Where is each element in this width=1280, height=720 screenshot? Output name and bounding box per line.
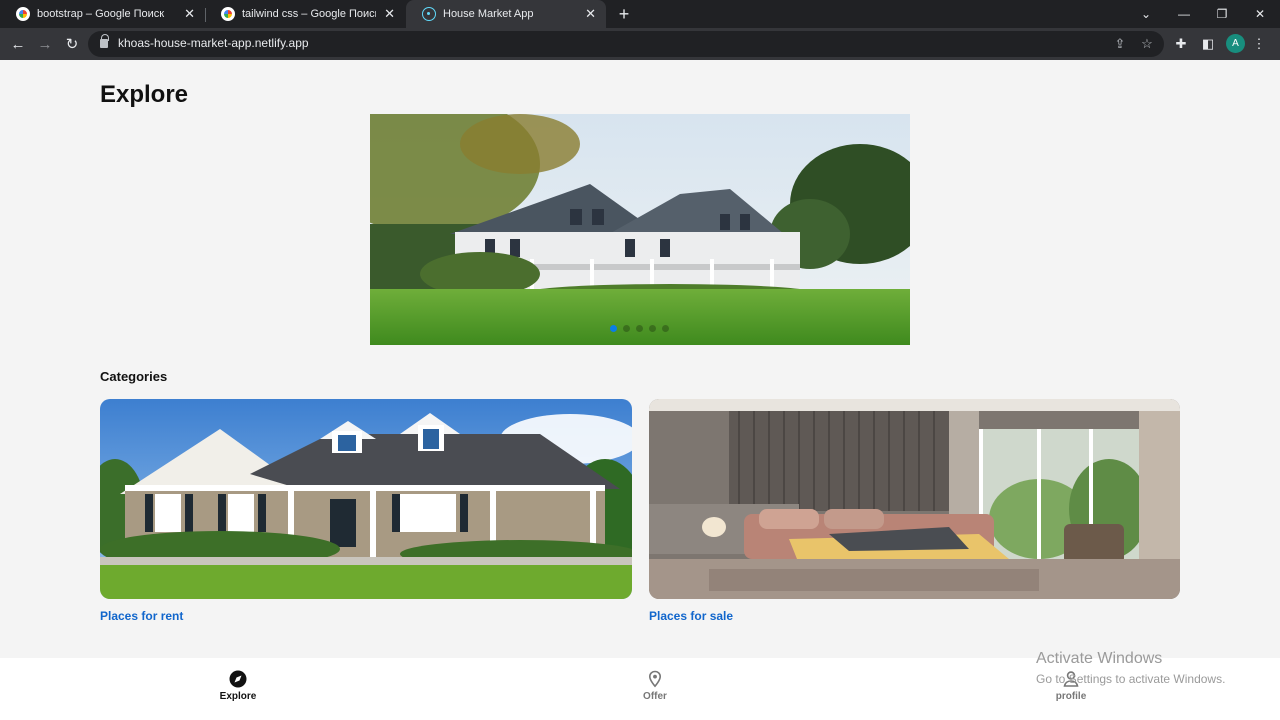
back-icon[interactable]: ← xyxy=(8,34,28,54)
page-title: Explore xyxy=(100,81,189,108)
slider-dot[interactable] xyxy=(623,325,630,332)
reload-icon[interactable]: ↻ xyxy=(62,34,82,54)
slider-pagination xyxy=(610,325,669,332)
minimize-icon[interactable]: — xyxy=(1165,0,1203,28)
google-icon xyxy=(16,7,30,21)
bookmark-star-icon[interactable]: ☆ xyxy=(1139,36,1155,52)
slider-dot[interactable] xyxy=(662,325,669,332)
close-icon[interactable]: ✕ xyxy=(585,6,596,22)
extensions-icon[interactable]: ✚ xyxy=(1173,36,1189,52)
sale-bedroom-photo xyxy=(649,399,1180,599)
slider-dot[interactable] xyxy=(649,325,656,332)
tab-search-icon[interactable]: ⌄ xyxy=(1127,0,1165,28)
browser-tab-bootstrap[interactable]: bootstrap – Google Поиск ✕ xyxy=(0,0,205,28)
nav-offer[interactable]: Offer xyxy=(615,670,695,702)
page-content: Explore Categories Places for rent Place… xyxy=(0,60,1280,720)
lock-icon xyxy=(100,34,109,48)
location-pin-icon xyxy=(648,670,662,688)
maximize-icon[interactable]: ❐ xyxy=(1203,0,1241,28)
menu-icon[interactable]: ⋮ xyxy=(1251,36,1267,52)
browser-tab-tailwind[interactable]: tailwind css – Google Поиск ✕ xyxy=(205,0,405,28)
browser-tab-bar: bootstrap – Google Поиск ✕ tailwind css … xyxy=(0,0,1280,28)
compass-icon xyxy=(229,670,247,688)
house-photo xyxy=(370,114,910,345)
tab-title: tailwind css – Google Поиск xyxy=(242,8,377,20)
forward-icon[interactable]: → xyxy=(35,34,55,54)
nav-explore[interactable]: Explore xyxy=(198,670,278,702)
profile-avatar[interactable]: A xyxy=(1226,34,1245,53)
close-icon[interactable]: ✕ xyxy=(184,6,195,22)
side-panel-icon[interactable]: ◧ xyxy=(1200,36,1216,52)
explore-slider[interactable] xyxy=(370,114,910,345)
close-icon[interactable]: ✕ xyxy=(384,6,395,22)
rent-category-image[interactable] xyxy=(100,399,632,599)
sale-category-image[interactable] xyxy=(649,399,1180,599)
places-for-sale-link[interactable]: Places for sale xyxy=(649,609,733,623)
url-text[interactable]: khoas-house-market-app.netlify.app xyxy=(118,36,309,50)
address-bar[interactable]: khoas-house-market-app.netlify.app ⇪ ☆ xyxy=(88,31,1164,57)
rent-house-photo xyxy=(100,399,632,599)
places-for-rent-link[interactable]: Places for rent xyxy=(100,609,183,623)
slider-dot[interactable] xyxy=(636,325,643,332)
nav-label: Offer xyxy=(643,691,667,702)
browser-toolbar: ← → ↻ khoas-house-market-app.netlify.app… xyxy=(0,28,1280,60)
windows-activation-watermark: Activate Windows Go to Settings to activ… xyxy=(1036,650,1225,686)
new-tab-button[interactable]: + xyxy=(614,4,634,24)
google-icon xyxy=(221,7,235,21)
watermark-title: Activate Windows xyxy=(1036,650,1163,667)
react-icon xyxy=(422,7,436,21)
browser-tab-house-market[interactable]: House Market App ✕ xyxy=(406,0,606,28)
tab-title: House Market App xyxy=(443,8,534,20)
tab-title: bootstrap – Google Поиск xyxy=(37,8,165,20)
watermark-subtitle: Go to Settings to activate Windows. xyxy=(1036,672,1226,686)
window-close-icon[interactable]: ✕ xyxy=(1241,0,1279,28)
share-icon[interactable]: ⇪ xyxy=(1112,36,1128,52)
nav-label: Explore xyxy=(219,691,257,702)
slider-dot[interactable] xyxy=(610,325,617,332)
categories-heading: Categories xyxy=(100,369,168,384)
nav-label: profile xyxy=(1055,691,1087,702)
